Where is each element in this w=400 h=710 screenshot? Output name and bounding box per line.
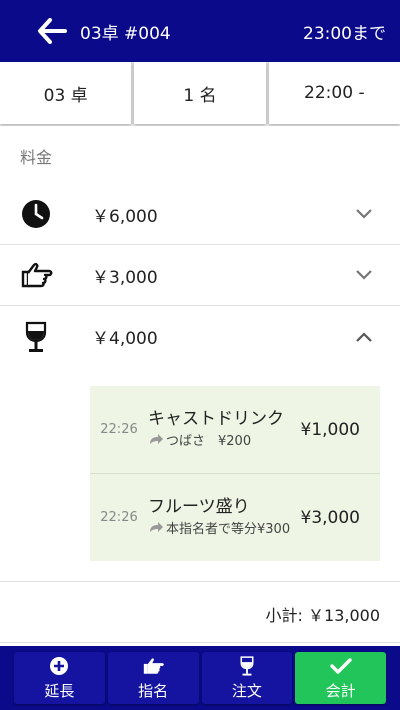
pointing-hand-icon — [141, 655, 165, 677]
divider — [0, 642, 400, 643]
page-title: 03卓 #004 — [80, 23, 171, 44]
order-price: ¥1,000 — [300, 419, 360, 440]
share-arrow-icon — [148, 433, 166, 451]
table-cell[interactable]: 03 卓 — [0, 62, 132, 124]
charge-amount: ￥6,000 — [92, 206, 158, 227]
charge-row-nomination[interactable]: ￥3,000 — [0, 245, 400, 306]
order-time: 22:26 — [100, 422, 138, 437]
check-icon — [329, 655, 352, 677]
order-sub-text: 本指名者で等分¥300 — [166, 521, 291, 537]
order-sub-text: つばさ ¥200 — [166, 433, 252, 449]
wine-glass-icon — [18, 319, 54, 355]
charge-row-drinks[interactable]: ￥4,000 — [0, 306, 400, 367]
order-name: キャストドリンク — [148, 408, 284, 429]
subtotal: 小計: ￥13,000 — [265, 606, 380, 625]
order-item[interactable]: 22:26 キャストドリンク つばさ ¥200 ¥1,000 — [90, 386, 380, 473]
info-segments: 03 卓 1 名 22:00 - — [0, 62, 400, 124]
chevron-down-icon[interactable] — [354, 265, 374, 285]
chevron-up-icon[interactable] — [354, 327, 374, 347]
bottom-action-bar: 延長 指名 注文 会計 — [0, 646, 400, 710]
order-item[interactable]: 22:26 フルーツ盛り 本指名者で等分¥300 ¥3,000 — [90, 474, 380, 561]
order-name: フルーツ盛り — [148, 496, 250, 517]
checkout-button[interactable]: 会計 — [295, 652, 386, 704]
order-sub: つばさ ¥200 — [148, 433, 298, 451]
wine-glass-icon — [240, 655, 254, 677]
order-button[interactable]: 注文 — [201, 652, 293, 704]
tab-label: 指名 — [138, 682, 169, 700]
nominate-button[interactable]: 指名 — [107, 652, 199, 704]
order-time: 22:26 — [100, 510, 138, 525]
start-time-cell[interactable]: 22:00 - — [268, 62, 400, 124]
section-label: 料金 — [20, 148, 53, 167]
app-header: 03卓 #004 23:00まで — [0, 0, 400, 62]
clock-icon — [18, 196, 54, 232]
tab-label: 会計 — [325, 682, 356, 700]
extend-button[interactable]: 延長 — [14, 652, 105, 704]
tab-label: 延長 — [44, 682, 75, 700]
charge-amount: ￥3,000 — [92, 267, 158, 288]
arrow-left-icon — [38, 18, 67, 44]
charge-amount: ￥4,000 — [92, 329, 158, 349]
order-price: ¥3,000 — [300, 507, 360, 528]
guests-cell[interactable]: 1 名 — [134, 62, 266, 124]
share-arrow-icon — [148, 521, 166, 539]
pointing-hand-icon — [18, 257, 54, 293]
order-sub: 本指名者で等分¥300 — [148, 521, 298, 539]
back-button[interactable] — [34, 13, 70, 49]
charges-panel: 料金 ￥6,000 ￥3,000 ￥4,000 22:26 キャストドリンク つ… — [0, 126, 400, 646]
charge-row-time[interactable]: ￥6,000 — [0, 184, 400, 245]
chevron-down-icon[interactable] — [354, 204, 374, 224]
tab-label: 注文 — [231, 682, 262, 700]
plus-circle-icon — [49, 655, 69, 677]
divider — [0, 581, 400, 582]
end-time-label: 23:00まで — [303, 23, 386, 44]
